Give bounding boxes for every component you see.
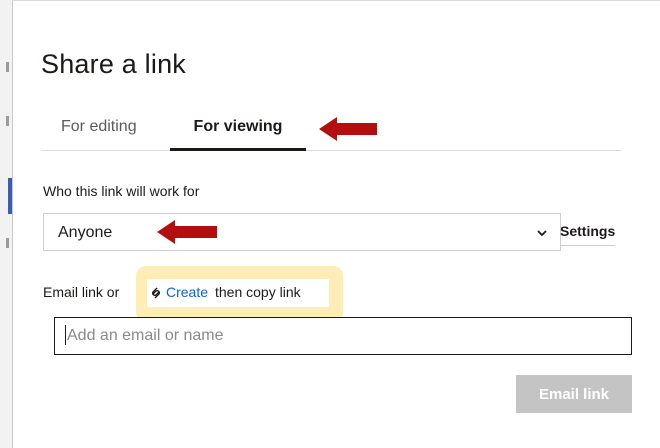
audience-selected-value: Anyone: [58, 224, 113, 241]
tab-for-viewing-label: For viewing: [193, 118, 283, 135]
audience-label: Who this link will work for: [43, 183, 200, 199]
tab-for-editing[interactable]: For editing: [61, 118, 137, 146]
tabs-divider: [41, 150, 621, 151]
chevron-down-icon: [537, 230, 547, 237]
annotation-arrow-icon: [157, 220, 217, 244]
email-or-name-input[interactable]: [54, 317, 632, 355]
create-link-button[interactable]: Create: [166, 284, 208, 300]
dialog-title: Share a link: [41, 49, 186, 79]
email-link-suffix: then copy link: [215, 284, 301, 300]
active-tab-indicator: [170, 148, 306, 151]
email-link-button[interactable]: Email link: [516, 375, 632, 413]
background-page-edge: [0, 0, 12, 448]
email-link-prefix: Email link or: [43, 284, 120, 300]
text-cursor: [65, 325, 66, 345]
link-icon: [152, 287, 160, 299]
tab-for-viewing[interactable]: For viewing: [170, 118, 306, 151]
audience-select[interactable]: Anyone: [43, 213, 561, 251]
settings-link[interactable]: Settings: [560, 223, 616, 246]
annotation-arrow-icon: [319, 117, 377, 141]
